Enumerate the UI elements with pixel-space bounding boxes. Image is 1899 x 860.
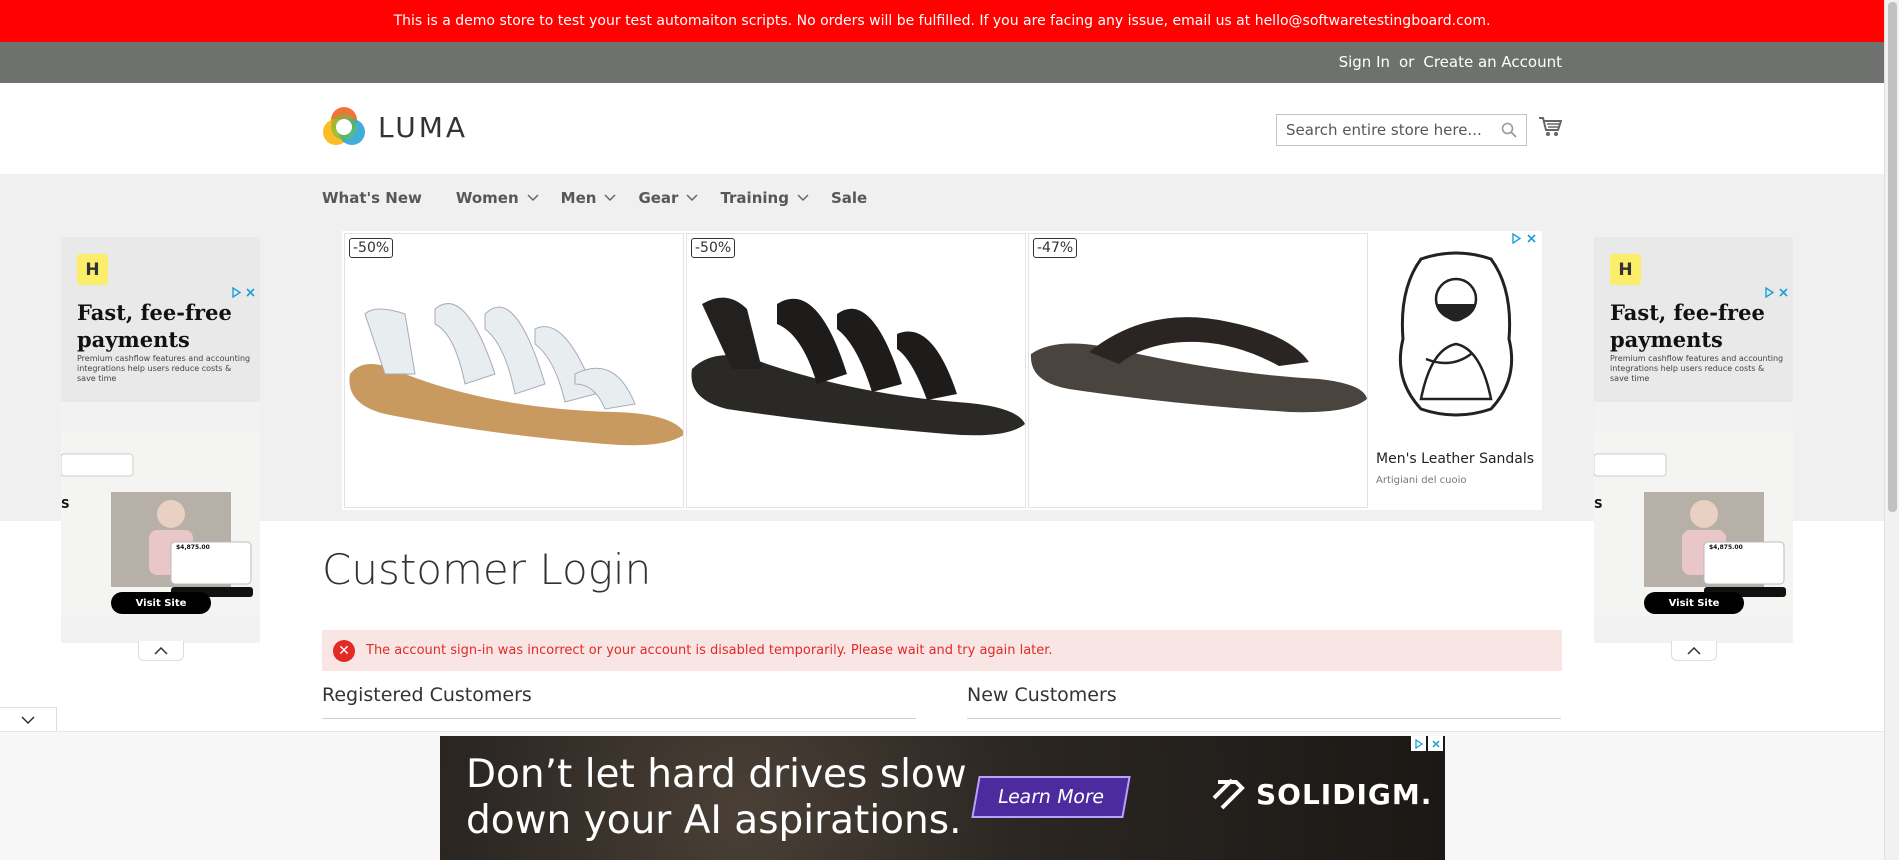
product-ad-banner[interactable]: -50% -50% -47% Men's Leather Sandals Art… bbox=[342, 231, 1542, 510]
ad-choices-icon[interactable] bbox=[231, 287, 242, 298]
ad-subtext: Premium cashflow features and accounting… bbox=[77, 354, 251, 383]
luma-logo[interactable]: LUMA bbox=[322, 105, 468, 149]
ad-brand-name: SOLIDIGM. bbox=[1256, 777, 1433, 811]
close-icon[interactable] bbox=[1428, 736, 1443, 751]
page-scrollbar[interactable] bbox=[1884, 0, 1899, 860]
sandal-image bbox=[1030, 317, 1367, 413]
header-links: Sign In or Create an Account bbox=[1339, 53, 1562, 71]
discount-badge: -47% bbox=[1033, 238, 1078, 258]
nav-item-whats-new[interactable]: What's New bbox=[322, 189, 422, 207]
ad-brand-logo: H bbox=[1610, 254, 1641, 285]
ad-headline: Fast, fee-free payments bbox=[77, 300, 232, 352]
nav-item-label: Men bbox=[560, 189, 597, 207]
search-icon[interactable] bbox=[1501, 122, 1517, 138]
ad-product-title[interactable]: Men's Leather Sandals bbox=[1376, 451, 1534, 467]
ad-headline: Don’t let hard drives slow down your AI … bbox=[466, 752, 967, 844]
solidigm-logo-icon bbox=[1212, 778, 1245, 810]
ad-headline: Fast, fee-free payments bbox=[1610, 300, 1765, 352]
bottom-ad-container: Don’t let hard drives slow down your AI … bbox=[0, 731, 1884, 860]
nav-item-label: Sale bbox=[830, 189, 868, 207]
nav-item-sale[interactable]: Sale bbox=[831, 189, 867, 207]
ad-choices-icon[interactable] bbox=[1764, 287, 1775, 298]
chevron-up-icon bbox=[154, 646, 168, 655]
search-input[interactable] bbox=[1286, 121, 1501, 139]
bottom-banner-ad[interactable]: Don’t let hard drives slow down your AI … bbox=[440, 736, 1445, 860]
nav-item-label: Gear bbox=[638, 189, 679, 207]
ad-info-panel[interactable]: Men's Leather Sandals Artigiani del cuoi… bbox=[1369, 231, 1542, 510]
nav-item-women[interactable]: Women bbox=[456, 189, 539, 207]
page: This is a demo store to test your test a… bbox=[0, 0, 1899, 860]
sign-in-link[interactable]: Sign In bbox=[1339, 53, 1390, 71]
header-main: LUMA bbox=[0, 83, 1884, 174]
discount-badge: -50% bbox=[691, 238, 736, 258]
discount-badge: -50% bbox=[349, 238, 394, 258]
ad-amount: $4,875.00 bbox=[1709, 544, 1743, 551]
demo-notice-bar: This is a demo store to test your test a… bbox=[0, 0, 1884, 42]
chevron-down-icon bbox=[527, 194, 539, 202]
luma-logo-icon bbox=[323, 107, 365, 145]
page-title: Customer Login bbox=[322, 545, 652, 594]
error-message-text: The account sign-in was incorrect or you… bbox=[366, 643, 1053, 658]
bottom-ad-toggle[interactable] bbox=[0, 707, 57, 731]
svg-text:S: S bbox=[61, 497, 70, 511]
error-message: ✕ The account sign-in was incorrect or y… bbox=[322, 630, 1562, 671]
ad-brand: SOLIDIGM. bbox=[1208, 774, 1432, 814]
visit-site-button[interactable]: Visit Site bbox=[111, 592, 211, 614]
ad-choices[interactable] bbox=[1764, 287, 1789, 298]
nav-item-label: Women bbox=[455, 189, 519, 207]
product-ad-white-sandal[interactable]: -50% bbox=[344, 233, 684, 508]
search-box bbox=[1276, 114, 1527, 146]
sandal-image bbox=[349, 303, 683, 446]
chevron-down-icon bbox=[604, 194, 616, 202]
learn-more-button[interactable]: Learn More bbox=[971, 776, 1131, 818]
main-nav: What's New Women Men Gear Training Sale bbox=[322, 189, 901, 207]
ad-headline-line2: down your AI aspirations. bbox=[466, 798, 962, 843]
chevron-down-icon bbox=[21, 715, 35, 724]
or-text: or bbox=[1399, 53, 1415, 71]
right-side-ad[interactable]: H Fast, fee-free payments Premium cashfl… bbox=[1594, 237, 1793, 643]
leather-craftsman-logo bbox=[1398, 251, 1514, 417]
close-icon[interactable] bbox=[245, 287, 256, 298]
visit-site-button[interactable]: Visit Site bbox=[1644, 592, 1744, 614]
product-ad-brown-sandal[interactable]: -47% bbox=[1028, 233, 1368, 508]
nav-item-label: Training bbox=[720, 189, 789, 207]
ad-choices[interactable] bbox=[1511, 233, 1537, 244]
product-ad-black-sandal[interactable]: -50% bbox=[686, 233, 1026, 508]
brand-name: LUMA bbox=[378, 110, 469, 144]
header-top-bar: Sign In or Create an Account bbox=[0, 42, 1884, 83]
ad-subtext: Premium cashflow features and accounting… bbox=[1610, 354, 1784, 383]
scrollbar-thumb[interactable] bbox=[1888, 2, 1897, 512]
demo-notice-text: This is a demo store to test your test a… bbox=[393, 13, 1491, 29]
cart-icon[interactable] bbox=[1538, 116, 1562, 138]
ad-choices[interactable] bbox=[1411, 736, 1443, 751]
left-ad-collapse-button[interactable] bbox=[138, 641, 184, 661]
ad-illustration: S bbox=[61, 432, 260, 617]
sandal-image bbox=[691, 297, 1025, 436]
ad-headline-line1: Don’t let hard drives slow bbox=[466, 752, 967, 797]
nav-item-label: What's New bbox=[322, 189, 422, 207]
nav-item-gear[interactable]: Gear bbox=[638, 189, 698, 207]
registered-customers-title: Registered Customers bbox=[322, 684, 916, 719]
left-side-ad[interactable]: H Fast, fee-free payments Premium cashfl… bbox=[61, 237, 260, 643]
ad-amount: $4,875.00 bbox=[176, 544, 210, 551]
chevron-up-icon bbox=[1687, 646, 1701, 655]
ad-choices[interactable] bbox=[231, 287, 256, 298]
ad-brand-logo: H bbox=[77, 254, 108, 285]
chevron-down-icon bbox=[797, 194, 809, 202]
new-customers-title: New Customers bbox=[967, 684, 1561, 719]
nav-item-men[interactable]: Men bbox=[561, 189, 617, 207]
right-ad-collapse-button[interactable] bbox=[1671, 641, 1717, 661]
create-account-link[interactable]: Create an Account bbox=[1423, 53, 1562, 71]
ad-illustration: S bbox=[1594, 432, 1793, 617]
nav-item-training[interactable]: Training bbox=[720, 189, 809, 207]
chevron-down-icon bbox=[686, 194, 698, 202]
ad-seller: Artigiani del cuoio bbox=[1376, 475, 1467, 486]
close-icon[interactable] bbox=[1778, 287, 1789, 298]
ad-choices-icon[interactable] bbox=[1511, 233, 1522, 244]
svg-text:S: S bbox=[1594, 497, 1603, 511]
ad-choices-icon[interactable] bbox=[1411, 736, 1426, 751]
close-icon[interactable] bbox=[1526, 233, 1537, 244]
error-icon: ✕ bbox=[333, 639, 355, 662]
